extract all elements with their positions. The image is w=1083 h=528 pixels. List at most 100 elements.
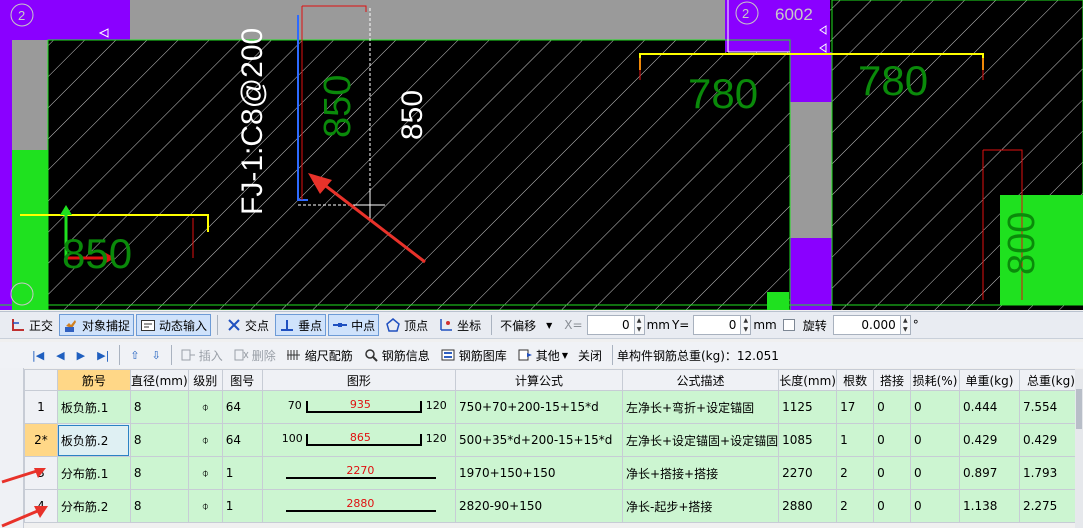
header-figure-no[interactable]: 图号 bbox=[221, 369, 263, 391]
move-up-icon[interactable]: ⇧ bbox=[130, 349, 139, 362]
cell-length[interactable]: 1125 bbox=[778, 390, 838, 424]
cell-loss[interactable]: 0 bbox=[910, 489, 960, 523]
y-spinner[interactable]: ▲ ▼ bbox=[741, 315, 752, 335]
cell-shape[interactable]: 2270 bbox=[261, 456, 457, 490]
row-number[interactable]: 2* bbox=[24, 423, 58, 457]
cell-unit-weight[interactable]: 1.138 bbox=[959, 489, 1020, 523]
x-spinner[interactable]: ▲ ▼ bbox=[634, 315, 645, 335]
offset-dropdown[interactable]: 不偏移 ▼ bbox=[496, 314, 556, 336]
header-formula[interactable]: 计算公式 bbox=[455, 369, 623, 391]
other-menu-button[interactable]: 其他 ▼ bbox=[513, 344, 572, 366]
intersection-snap-button[interactable]: 交点 bbox=[222, 314, 273, 336]
cell-formula-desc[interactable]: 净长+搭接+搭接 bbox=[621, 456, 780, 490]
coordinate-snap-button[interactable]: 坐标 bbox=[434, 314, 485, 336]
x-input[interactable]: 0 bbox=[586, 315, 635, 335]
rotate-input[interactable]: 0.000 bbox=[832, 315, 901, 335]
cell-bar-no[interactable]: 板负筋.2 bbox=[56, 423, 131, 457]
vertex-snap-button[interactable]: 顶点 bbox=[381, 314, 432, 336]
last-record-icon[interactable]: ▶| bbox=[97, 349, 109, 362]
header-loss[interactable]: 损耗(%) bbox=[910, 369, 960, 391]
first-record-icon[interactable]: |◀ bbox=[32, 349, 44, 362]
cell-diameter[interactable]: 8 bbox=[129, 423, 189, 457]
header-lap[interactable]: 搭接 bbox=[873, 369, 912, 391]
perpendicular-snap-button[interactable]: 垂点 bbox=[275, 314, 327, 336]
header-shape[interactable]: 图形 bbox=[261, 369, 457, 391]
header-total-weight[interactable]: 总重(kg) bbox=[1018, 369, 1083, 391]
midpoint-snap-button[interactable]: 中点 bbox=[328, 314, 380, 336]
cell-formula-desc[interactable]: 左净长+设定锚固+设定锚固 bbox=[621, 423, 780, 457]
ortho-button[interactable]: 正交 bbox=[6, 314, 57, 336]
cell-count[interactable]: 2 bbox=[836, 456, 875, 490]
table-row[interactable]: 2* 板负筋.2 8 ⌽ 64 100 865 120 500+35*d+200… bbox=[24, 423, 1083, 457]
cad-drawing-canvas[interactable]: 2 2 6002 850 780 780 850 850 800 FJ-1:C8… bbox=[0, 0, 1083, 310]
cell-formula[interactable]: 500+35*d+200-15+15*d bbox=[455, 423, 623, 457]
table-row[interactable]: 3 分布筋.1 8 ⌽ 1 2270 1970+150+150 净长+搭接+搭接… bbox=[24, 456, 1083, 490]
next-record-icon[interactable]: ▶ bbox=[77, 349, 85, 362]
rebar-info-button[interactable]: 钢筋信息 bbox=[359, 344, 434, 366]
cell-lap[interactable]: 0 bbox=[873, 456, 912, 490]
cell-total-weight[interactable]: 7.554 bbox=[1018, 390, 1083, 424]
cell-count[interactable]: 2 bbox=[836, 489, 875, 523]
header-length[interactable]: 长度(mm) bbox=[778, 369, 838, 391]
cell-loss[interactable]: 0 bbox=[910, 390, 960, 424]
cell-diameter[interactable]: 8 bbox=[129, 390, 189, 424]
y-input[interactable]: 0 bbox=[693, 315, 742, 335]
header-unit-weight[interactable]: 单重(kg) bbox=[959, 369, 1020, 391]
cell-figure-no[interactable]: 64 bbox=[221, 390, 263, 424]
header-bar-no[interactable]: 筋号 bbox=[56, 369, 131, 391]
cell-grade[interactable]: ⌽ bbox=[187, 489, 223, 523]
cell-grade[interactable]: ⌽ bbox=[187, 456, 223, 490]
cell-total-weight[interactable]: 0.429 bbox=[1018, 423, 1083, 457]
header-count[interactable]: 根数 bbox=[836, 369, 875, 391]
delete-button[interactable]: 删除 bbox=[229, 344, 280, 366]
row-number[interactable]: 1 bbox=[24, 390, 58, 424]
cell-bar-no[interactable]: 分布筋.2 bbox=[56, 489, 131, 523]
insert-button[interactable]: 插入 bbox=[176, 344, 227, 366]
table-vertical-scrollbar[interactable] bbox=[1075, 369, 1083, 528]
cell-loss[interactable]: 0 bbox=[910, 423, 960, 457]
rotate-checkbox[interactable] bbox=[782, 319, 795, 331]
dynamic-input-button[interactable]: 动态输入 bbox=[136, 314, 212, 336]
prev-record-icon[interactable]: ◀ bbox=[56, 349, 64, 362]
cell-diameter[interactable]: 8 bbox=[129, 456, 189, 490]
cell-count[interactable]: 17 bbox=[836, 390, 875, 424]
cell-formula-desc[interactable]: 左净长+弯折+设定锚固 bbox=[621, 390, 780, 424]
cell-loss[interactable]: 0 bbox=[910, 456, 960, 490]
cell-figure-no[interactable]: 64 bbox=[221, 423, 263, 457]
scale-rebar-button[interactable]: 缩尺配筋 bbox=[282, 344, 357, 366]
rebar-library-button[interactable]: 钢筋图库 bbox=[436, 344, 511, 366]
cell-grade[interactable]: ⌽ bbox=[187, 390, 223, 424]
cell-grade[interactable]: ⌽ bbox=[187, 423, 223, 457]
table-row[interactable]: 1 板负筋.1 8 ⌽ 64 70 935 120 750+70+200-15+… bbox=[24, 390, 1083, 424]
cell-formula[interactable]: 1970+150+150 bbox=[455, 456, 623, 490]
cell-unit-weight[interactable]: 0.444 bbox=[959, 390, 1020, 424]
cell-total-weight[interactable]: 2.275 bbox=[1018, 489, 1083, 523]
cell-figure-no[interactable]: 1 bbox=[221, 456, 263, 490]
cell-total-weight[interactable]: 1.793 bbox=[1018, 456, 1083, 490]
close-button[interactable]: 关闭 bbox=[574, 344, 606, 366]
cad-drawing[interactable]: 2 2 6002 850 780 780 850 850 800 FJ-1:C8… bbox=[0, 0, 1083, 310]
scrollbar-thumb[interactable] bbox=[1076, 389, 1082, 429]
cell-lap[interactable]: 0 bbox=[873, 423, 912, 457]
header-formula-desc[interactable]: 公式描述 bbox=[621, 369, 780, 391]
cell-diameter[interactable]: 8 bbox=[129, 489, 189, 523]
cell-shape[interactable]: 100 865 120 bbox=[261, 423, 457, 457]
header-grade[interactable]: 级别 bbox=[187, 369, 223, 391]
move-down-icon[interactable]: ⇩ bbox=[152, 349, 161, 362]
cell-formula[interactable]: 2820-90+150 bbox=[455, 489, 623, 523]
cell-lap[interactable]: 0 bbox=[873, 390, 912, 424]
cell-bar-no[interactable]: 分布筋.1 bbox=[56, 456, 131, 490]
cell-length[interactable]: 2270 bbox=[778, 456, 838, 490]
cell-bar-no[interactable]: 板负筋.1 bbox=[56, 390, 131, 424]
cell-unit-weight[interactable]: 0.897 bbox=[959, 456, 1020, 490]
cell-unit-weight[interactable]: 0.429 bbox=[959, 423, 1020, 457]
cell-length[interactable]: 2880 bbox=[778, 489, 838, 523]
cell-figure-no[interactable]: 1 bbox=[221, 489, 263, 523]
cell-count[interactable]: 1 bbox=[836, 423, 875, 457]
table-row[interactable]: 4 分布筋.2 8 ⌽ 1 2880 2820-90+150 净长-起步+搭接 … bbox=[24, 489, 1083, 523]
header-diameter[interactable]: 直径(mm) bbox=[129, 369, 189, 391]
cell-lap[interactable]: 0 bbox=[873, 489, 912, 523]
object-snap-button[interactable]: 对象捕捉 bbox=[59, 314, 135, 336]
cell-formula-desc[interactable]: 净长-起步+搭接 bbox=[621, 489, 780, 523]
cell-shape[interactable]: 2880 bbox=[261, 489, 457, 523]
